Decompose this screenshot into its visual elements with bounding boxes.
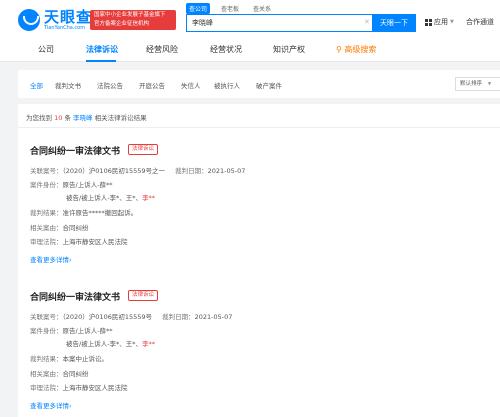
view-details-link[interactable]: 查看更多详情› [30, 254, 72, 264]
case-number-row: 关联案号：（2020）沪0106民初15559号 裁判日期：2021-05-07 [30, 313, 233, 321]
court-row: 审理法院：上海市静安区人民法院 [30, 384, 128, 392]
result-summary: 为您找到 10 条 李晓峰 相关法律诉讼结果 [26, 114, 147, 122]
nav-risk[interactable]: 经营风险 [146, 44, 178, 55]
chevron-right-icon: › [69, 402, 72, 410]
filter-executed[interactable]: 被执行人 [214, 80, 240, 90]
grid-icon [425, 18, 432, 26]
nav-active-indicator [86, 60, 116, 62]
case-title[interactable]: 合同纠纷一审法律文书 [30, 144, 120, 157]
view-details-link[interactable]: 查看更多详情› [30, 400, 72, 410]
logo-icon [18, 9, 40, 31]
logo[interactable]: 天眼查 TianYanCha.com [18, 9, 92, 31]
search-tab-company[interactable]: 查公司 [186, 3, 211, 14]
chevron-down-icon: ▼ [450, 19, 454, 25]
case-number-row: 关联案号：（2020）沪0106民初15559号之一 裁判日期：2021-05-… [30, 167, 246, 175]
chevron-down-icon: ▼ [487, 82, 492, 87]
defendant-row: 被告/被上诉人-李*、王*、李** [66, 340, 156, 348]
results-panel: 为您找到 10 条 李晓峰 相关法律诉讼结果 合同纠纷一审法律文书 法律诉讼 关… [18, 104, 500, 417]
search-button[interactable]: 天眼一下 [372, 14, 416, 32]
case-tag: 法律诉讼 [128, 144, 159, 155]
case-title[interactable]: 合同纠纷一审法律文书 [30, 290, 120, 303]
sort-select[interactable]: 默认排序 ▼ [455, 77, 500, 91]
filter-hearing[interactable]: 开庭公告 [139, 80, 165, 90]
party-row: 案件身份：原告/上诉人-薛** [30, 327, 113, 335]
case-tag: 法律诉讼 [128, 290, 159, 301]
nav-ip[interactable]: 知识产权 [273, 44, 305, 55]
verdict-row: 裁判结果：准许原告*****撤回起诉。 [30, 209, 138, 217]
divider [18, 127, 500, 128]
search-tabs: 查公司 查老板 查关系 [186, 3, 274, 14]
main-nav: 公司 法律诉讼 经营风险 经营状况 知识产权 ⚲ 高级搜索 [0, 40, 500, 62]
partner-menu[interactable]: 合作通道 [466, 17, 494, 27]
party-row: 案件身份：原告/上诉人-薛** [30, 181, 113, 189]
search-tab-boss[interactable]: 查老板 [218, 3, 242, 14]
cause-row: 相关案由：合同纠纷 [30, 370, 89, 378]
clear-icon[interactable]: ✕ [364, 18, 370, 26]
search-icon: ⚲ [336, 45, 342, 54]
defendant-row: 被告/被上诉人-李*、王*、李** [66, 194, 156, 202]
filter-bankruptcy[interactable]: 破产案件 [256, 80, 282, 90]
filter-dishonest[interactable]: 失信人 [181, 80, 201, 90]
filter-all[interactable]: 全部 [30, 80, 43, 90]
filter-court-notice[interactable]: 法院公告 [97, 80, 123, 90]
cause-row: 相关案由：合同纠纷 [30, 224, 89, 232]
nav-legal[interactable]: 法律诉讼 [86, 44, 118, 55]
apps-label: 应用 [434, 18, 448, 26]
chevron-right-icon: › [69, 256, 72, 264]
filter-judgments[interactable]: 裁判文书 [55, 80, 81, 90]
nav-operation[interactable]: 经营状况 [210, 44, 242, 55]
gov-badge: 国家中小企业发展子基金旗下 官方备案企业征信机构 [90, 10, 176, 30]
logo-subtext: TianYanCha.com [44, 25, 86, 31]
search-input[interactable]: 李晓峰 [186, 14, 372, 32]
apps-menu[interactable]: 应用 ▼ [425, 17, 454, 27]
top-bar: 天眼查 TianYanCha.com 国家中小企业发展子基金旗下 官方备案企业征… [0, 0, 500, 40]
verdict-row: 裁判结果：本案中止诉讼。 [30, 355, 108, 363]
nav-advanced-search[interactable]: ⚲ 高级搜索 [336, 44, 376, 55]
court-row: 审理法院：上海市静安区人民法院 [30, 238, 128, 246]
search-tab-relation[interactable]: 查关系 [250, 3, 274, 14]
filter-bar: 全部 裁判文书 法院公告 开庭公告 失信人 被执行人 破产案件 默认排序 ▼ [18, 70, 500, 98]
logo-text: 天眼查 [44, 8, 93, 26]
nav-company[interactable]: 公司 [38, 44, 54, 55]
